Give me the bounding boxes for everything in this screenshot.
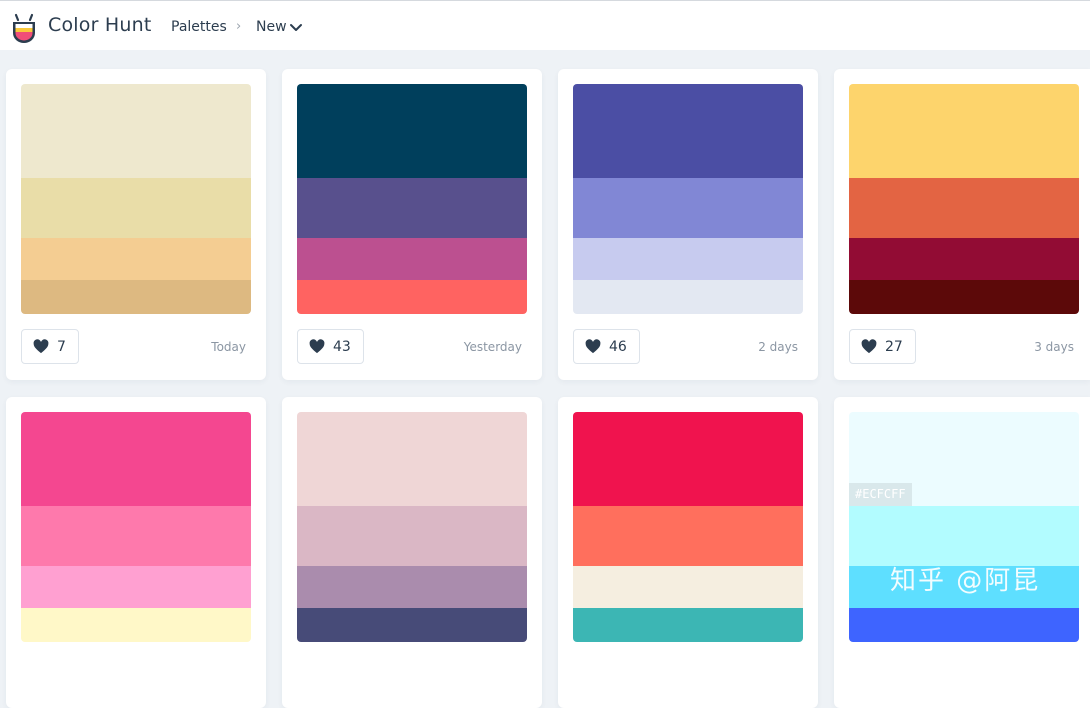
color-swatch[interactable] bbox=[849, 280, 1079, 314]
color-swatch[interactable] bbox=[21, 566, 251, 608]
color-swatch[interactable] bbox=[573, 84, 803, 178]
color-swatch[interactable] bbox=[21, 238, 251, 280]
color-swatch[interactable] bbox=[21, 412, 251, 506]
palette-card bbox=[558, 397, 818, 708]
color-hunt-logo-icon[interactable] bbox=[9, 12, 39, 44]
top-navigation-bar: Color Hunt Palettes › New bbox=[0, 0, 1090, 50]
heart-icon bbox=[309, 339, 325, 354]
color-swatch[interactable] bbox=[849, 506, 1079, 566]
color-swatch[interactable] bbox=[573, 608, 803, 642]
palette-date: Today bbox=[211, 340, 246, 354]
color-swatch[interactable] bbox=[573, 566, 803, 608]
palette-card: 27 3 days bbox=[834, 69, 1090, 380]
like-button[interactable]: 43 bbox=[297, 329, 364, 364]
like-button[interactable]: 46 bbox=[573, 329, 640, 364]
breadcrumb-palettes[interactable]: Palettes bbox=[171, 19, 227, 35]
color-swatch[interactable] bbox=[297, 566, 527, 608]
color-swatch[interactable] bbox=[21, 608, 251, 642]
brand-name[interactable]: Color Hunt bbox=[48, 14, 151, 36]
palette-card bbox=[6, 397, 266, 708]
palette-date: 3 days bbox=[1034, 340, 1074, 354]
palette-swatches[interactable] bbox=[21, 84, 251, 314]
palette-card: 43 Yesterday bbox=[282, 69, 542, 380]
color-swatch[interactable] bbox=[573, 506, 803, 566]
palette-swatches[interactable] bbox=[21, 412, 251, 642]
color-swatch[interactable] bbox=[297, 84, 527, 178]
palette-card: #ECFCFF bbox=[834, 397, 1090, 708]
like-button[interactable]: 27 bbox=[849, 329, 916, 364]
like-count: 43 bbox=[333, 338, 351, 355]
palette-swatches[interactable] bbox=[573, 84, 803, 314]
palette-swatches[interactable]: #ECFCFF bbox=[849, 412, 1079, 642]
palette-swatches[interactable] bbox=[849, 84, 1079, 314]
color-swatch[interactable] bbox=[573, 238, 803, 280]
like-count: 46 bbox=[609, 338, 627, 355]
palette-date: 2 days bbox=[758, 340, 798, 354]
hex-code-label[interactable]: #ECFCFF bbox=[849, 483, 912, 506]
breadcrumb-new-dropdown[interactable]: New bbox=[256, 19, 287, 35]
color-swatch[interactable] bbox=[573, 178, 803, 238]
palette-card: 7 Today bbox=[6, 69, 266, 380]
chevron-down-icon[interactable] bbox=[288, 21, 304, 35]
palette-swatches[interactable] bbox=[297, 412, 527, 642]
color-swatch[interactable] bbox=[297, 238, 527, 280]
like-count: 27 bbox=[885, 338, 903, 355]
palette-swatches[interactable] bbox=[573, 412, 803, 642]
color-swatch[interactable] bbox=[297, 412, 527, 506]
color-swatch[interactable] bbox=[849, 238, 1079, 280]
palette-swatches[interactable] bbox=[297, 84, 527, 314]
palette-card: 46 2 days bbox=[558, 69, 818, 380]
heart-icon bbox=[33, 339, 49, 354]
breadcrumb-separator: › bbox=[236, 19, 242, 34]
color-swatch[interactable] bbox=[297, 178, 527, 238]
color-swatch[interactable] bbox=[573, 412, 803, 506]
color-swatch[interactable] bbox=[849, 84, 1079, 178]
color-swatch[interactable] bbox=[297, 280, 527, 314]
color-swatch[interactable] bbox=[21, 280, 251, 314]
zhihu-watermark: 知乎 @阿昆 bbox=[890, 566, 1041, 596]
color-swatch[interactable] bbox=[849, 178, 1079, 238]
color-swatch[interactable] bbox=[21, 506, 251, 566]
color-swatch[interactable] bbox=[21, 178, 251, 238]
like-count: 7 bbox=[57, 338, 66, 355]
color-swatch[interactable] bbox=[297, 506, 527, 566]
color-swatch[interactable]: #ECFCFF bbox=[849, 412, 1079, 506]
heart-icon bbox=[585, 339, 601, 354]
color-swatch[interactable] bbox=[21, 84, 251, 178]
color-swatch[interactable] bbox=[297, 608, 527, 642]
color-swatch[interactable] bbox=[849, 608, 1079, 642]
color-swatch[interactable] bbox=[573, 280, 803, 314]
palette-date: Yesterday bbox=[463, 340, 522, 354]
like-button[interactable]: 7 bbox=[21, 329, 79, 364]
palette-card bbox=[282, 397, 542, 708]
heart-icon bbox=[861, 339, 877, 354]
